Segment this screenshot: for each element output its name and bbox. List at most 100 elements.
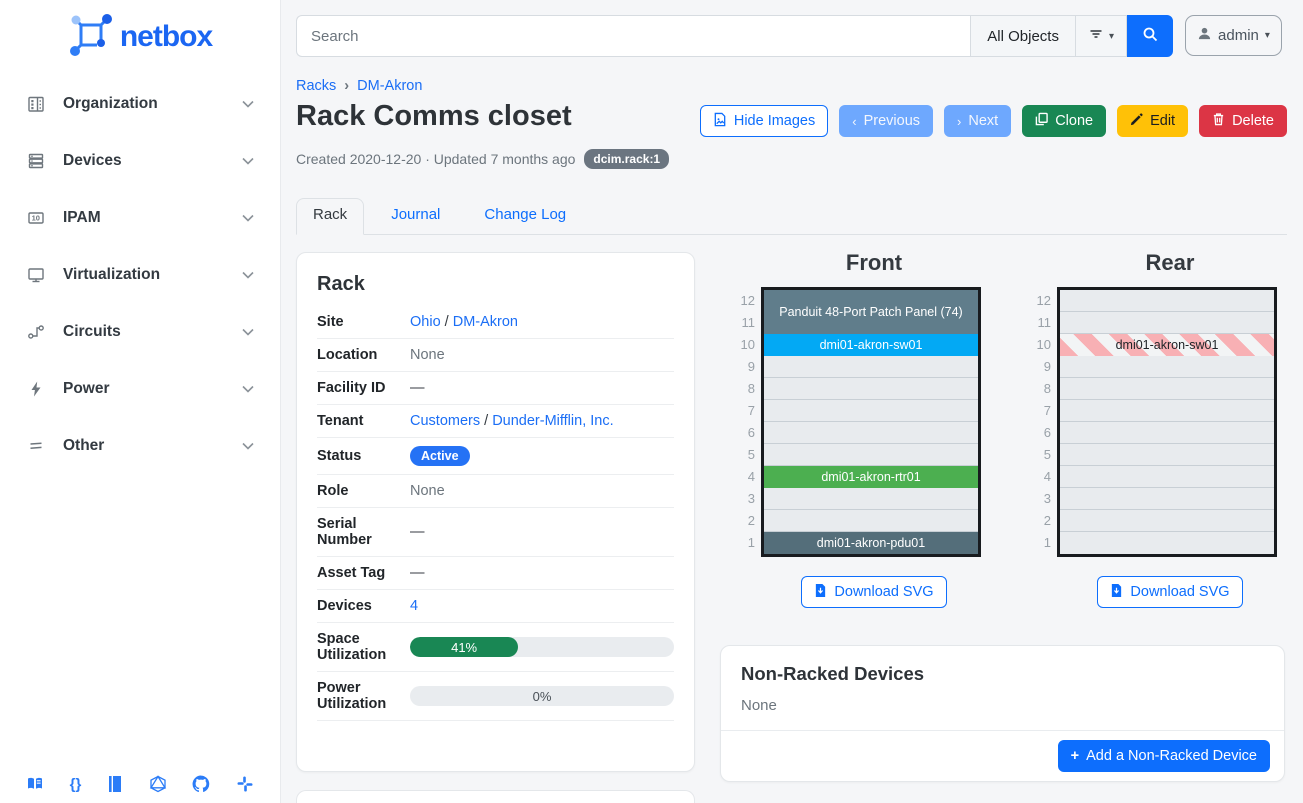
rack-empty-unit[interactable]: [764, 488, 978, 510]
rack-frame-rear: dmi01-akron-sw01: [1057, 287, 1277, 557]
sidebar-item-label: Power: [63, 380, 110, 398]
sidebar-item-virtualization[interactable]: Virtualization: [0, 246, 280, 303]
rack-device-front[interactable]: dmi01-akron-rtr01: [764, 466, 978, 488]
docs-book-icon[interactable]: [26, 775, 44, 793]
user-menu-button[interactable]: admin ▾: [1185, 15, 1282, 56]
rack-empty-unit[interactable]: [1060, 488, 1274, 510]
search-submit-button[interactable]: [1127, 15, 1173, 57]
rack-empty-unit[interactable]: [1060, 444, 1274, 466]
sidebar-item-label: Circuits: [63, 323, 121, 341]
unit-number: 4: [729, 466, 755, 488]
breadcrumb-link-racks[interactable]: Racks: [296, 78, 336, 94]
github-icon[interactable]: [192, 775, 210, 793]
sidebar-item-label: Organization: [63, 95, 158, 113]
location-value: None: [410, 339, 674, 372]
rack-device-front[interactable]: dmi01-akron-sw01: [764, 334, 978, 356]
svg-text:10: 10: [32, 213, 40, 222]
space-utilization-bar: 41%: [410, 637, 674, 657]
sidebar-item-organization[interactable]: Organization: [0, 75, 280, 132]
delete-button[interactable]: Delete: [1199, 105, 1287, 137]
tenant-group-link[interactable]: Customers: [410, 413, 480, 429]
trash-icon: [1212, 112, 1225, 130]
rack-device-rear[interactable]: dmi01-akron-sw01: [1060, 334, 1274, 356]
rack-empty-unit[interactable]: [1060, 532, 1274, 554]
rack-empty-unit[interactable]: [1060, 510, 1274, 532]
breadcrumb-link-dm-akron[interactable]: DM-Akron: [357, 78, 422, 94]
sidebar-item-devices[interactable]: Devices: [0, 132, 280, 189]
building-icon: [26, 94, 46, 114]
rack-empty-unit[interactable]: [764, 422, 978, 444]
sidebar-nav: Organization Devices 10: [0, 75, 280, 474]
netbox-logo[interactable]: netbox: [0, 0, 280, 67]
user-name: admin: [1218, 27, 1259, 44]
sidebar-item-power[interactable]: Power: [0, 360, 280, 417]
elevation-title-rear: Rear: [1057, 250, 1283, 276]
unit-number: 8: [729, 378, 755, 400]
unit-number: 1: [729, 532, 755, 554]
info-row-status: Status Active: [317, 438, 674, 475]
rack-empty-unit[interactable]: [764, 400, 978, 422]
tab-rack[interactable]: Rack: [296, 198, 364, 235]
rack-empty-unit[interactable]: [1060, 378, 1274, 400]
partial-next-card: [296, 790, 695, 803]
rack-empty-unit[interactable]: [1060, 312, 1274, 334]
unit-number: 6: [729, 422, 755, 444]
search-filter-button[interactable]: ▾: [1075, 15, 1127, 57]
chevron-down-icon: [240, 381, 256, 397]
download-svg-button-front[interactable]: Download SVG: [801, 576, 946, 608]
slack-icon[interactable]: [236, 775, 254, 793]
unit-number: 12: [729, 290, 755, 312]
chevron-down-icon: [240, 210, 256, 226]
image-file-icon: [713, 112, 727, 131]
clone-button[interactable]: Clone: [1022, 105, 1106, 137]
chevron-down-icon: [240, 324, 256, 340]
rack-empty-unit[interactable]: [764, 378, 978, 400]
power-utilization-bar: 0%: [410, 686, 674, 706]
tab-change-log[interactable]: Change Log: [467, 198, 583, 234]
search-input[interactable]: [296, 15, 970, 57]
sidebar-item-label: Other: [63, 437, 104, 455]
download-svg-button-rear[interactable]: Download SVG: [1097, 576, 1242, 608]
tab-journal[interactable]: Journal: [374, 198, 457, 234]
rack-empty-unit[interactable]: [1060, 356, 1274, 378]
add-non-racked-device-button[interactable]: + Add a Non-Racked Device: [1058, 740, 1270, 772]
rack-empty-unit[interactable]: [1060, 422, 1274, 444]
site-region-link[interactable]: Ohio: [410, 314, 441, 330]
site-link[interactable]: DM-Akron: [453, 314, 518, 330]
rack-device-front[interactable]: dmi01-akron-pdu01: [764, 532, 978, 554]
non-racked-devices-card: Non-Racked Devices None + Add a Non-Rack…: [720, 645, 1285, 782]
sidebar-item-circuits[interactable]: Circuits: [0, 303, 280, 360]
graphql-icon[interactable]: [149, 775, 167, 793]
rack-empty-unit[interactable]: [764, 444, 978, 466]
previous-button[interactable]: ‹ Previous: [839, 105, 933, 137]
rack-empty-unit[interactable]: [764, 510, 978, 532]
unit-number: 11: [729, 312, 755, 334]
monitor-icon: [26, 265, 46, 285]
sidebar-item-other[interactable]: Other: [0, 417, 280, 474]
code-braces-icon[interactable]: {}: [70, 776, 82, 793]
rack-empty-unit[interactable]: [1060, 466, 1274, 488]
rack-empty-unit[interactable]: [1060, 400, 1274, 422]
object-actions: Hide Images ‹ Previous › Next Clone Edit…: [700, 105, 1287, 137]
api-book-icon[interactable]: [107, 775, 123, 793]
ipam-icon: 10: [26, 208, 46, 228]
next-button[interactable]: › Next: [944, 105, 1011, 137]
lightning-icon: [26, 379, 46, 399]
info-row-serial-number: Serial Number —: [317, 508, 674, 557]
info-row-role: Role None: [317, 475, 674, 508]
info-row-tenant: Tenant Customers / Dunder-Mifflin, Inc.: [317, 405, 674, 438]
sidebar-item-ipam[interactable]: 10 IPAM: [0, 189, 280, 246]
unit-number: 10: [729, 334, 755, 356]
sidebar-item-label: Devices: [63, 152, 122, 170]
sidebar-item-label: Virtualization: [63, 266, 160, 284]
rack-empty-unit[interactable]: [764, 356, 978, 378]
rack-info-card: Rack Site Ohio / DM-Akron Location None …: [296, 252, 695, 772]
edit-button[interactable]: Edit: [1117, 105, 1188, 137]
tenant-link[interactable]: Dunder-Mifflin, Inc.: [492, 413, 613, 429]
search-scope-button[interactable]: All Objects: [970, 15, 1075, 57]
rack-empty-unit[interactable]: [1060, 290, 1274, 312]
hide-images-button[interactable]: Hide Images: [700, 105, 828, 137]
rack-device-front[interactable]: Panduit 48-Port Patch Panel (74): [764, 290, 978, 334]
devices-count-link[interactable]: 4: [410, 598, 418, 614]
unit-number: 2: [1025, 510, 1051, 532]
